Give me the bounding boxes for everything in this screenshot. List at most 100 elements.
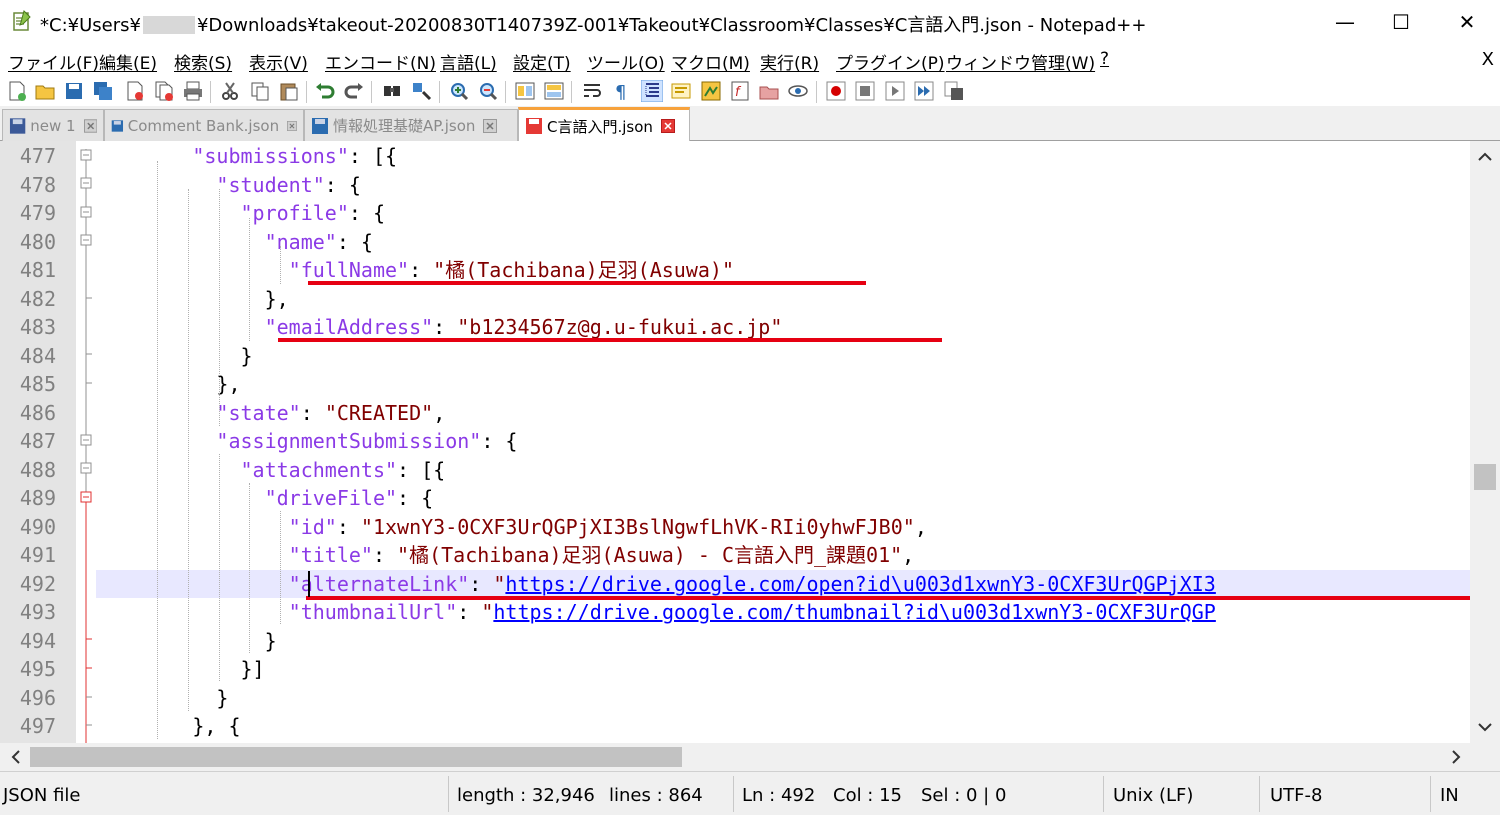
run-macro-multiple-icon[interactable]	[913, 80, 935, 102]
maximize-button[interactable]: ☐	[1370, 0, 1432, 44]
sync-horizontal-icon[interactable]	[543, 80, 565, 102]
cut-icon[interactable]	[219, 80, 241, 102]
zoom-in-icon[interactable]	[448, 80, 470, 102]
folder-workspace-icon[interactable]	[758, 80, 780, 102]
code-line[interactable]: "profile": {	[96, 199, 1470, 227]
doc-map-icon[interactable]	[700, 80, 722, 102]
tab-label: new 1	[30, 116, 76, 135]
close-all-icon[interactable]	[153, 80, 175, 102]
menu-file[interactable]: ファイル(F)	[8, 49, 99, 74]
save-icon[interactable]	[63, 80, 85, 102]
stop-macro-icon[interactable]	[854, 80, 876, 102]
indent-guide	[219, 454, 221, 681]
menu-search[interactable]: 検索(S)	[174, 49, 232, 74]
code-line[interactable]: "id": "1xwnY3-0CXF3UrQGPjXI3BslNgwfLhVK-…	[96, 513, 1470, 541]
status-encoding[interactable]: UTF-8	[1270, 785, 1322, 806]
url-link[interactable]: https://drive.google.com/thumbnail?id\u0…	[493, 600, 1215, 624]
indent-guide-icon[interactable]	[641, 80, 663, 102]
tab-label: Comment Bank.json	[127, 116, 280, 135]
close-tab-icon[interactable]	[83, 118, 97, 133]
code-line[interactable]: "attachments": [{	[96, 456, 1470, 484]
status-eol[interactable]: Unix (LF)	[1113, 785, 1193, 806]
code-line[interactable]: },	[96, 285, 1470, 313]
tab-joho-shori-ap[interactable]: 情報処理基礎AP.json	[304, 109, 518, 141]
code-line[interactable]: }]	[96, 655, 1470, 683]
line-number: 491	[19, 543, 56, 567]
tab-c-gengo-nyumon[interactable]: C言語入門.json	[518, 107, 690, 142]
show-all-characters-icon[interactable]: ¶	[610, 80, 632, 102]
scroll-thumb	[1474, 464, 1496, 490]
line-number: 496	[19, 685, 56, 710]
user-language-icon[interactable]	[670, 80, 692, 102]
function-list-icon[interactable]: f	[729, 80, 751, 102]
redo-icon[interactable]	[343, 80, 365, 102]
new-file-icon[interactable]	[6, 80, 28, 102]
json-punct: :	[300, 400, 325, 425]
json-punct	[96, 315, 265, 339]
vertical-scrollbar[interactable]	[1470, 141, 1500, 743]
zoom-out-icon[interactable]	[477, 80, 499, 102]
word-wrap-icon[interactable]	[581, 80, 603, 102]
code-line[interactable]: }	[96, 627, 1470, 655]
code-line[interactable]: }	[96, 342, 1470, 370]
undo-icon[interactable]	[314, 80, 336, 102]
menu-settings[interactable]: 設定(T)	[513, 49, 571, 74]
code-line[interactable]: "fullName": "橘(Tachibana)足羽(Asuwa)"	[96, 256, 1470, 284]
code-line[interactable]: },	[96, 370, 1470, 398]
line-number: 492	[19, 571, 56, 596]
print-icon[interactable]	[182, 80, 204, 102]
menu-tools[interactable]: ツール(O)	[587, 49, 665, 74]
sync-vertical-icon[interactable]	[514, 80, 536, 102]
save-macro-icon[interactable]	[943, 80, 965, 102]
menu-encoding[interactable]: エンコード(N)	[325, 49, 436, 74]
fold-margin[interactable]	[76, 141, 96, 743]
menu-plugins[interactable]: プラグイン(P)	[836, 49, 945, 74]
find-icon[interactable]	[381, 80, 403, 102]
close-file-icon[interactable]	[124, 80, 146, 102]
scrollbar-graphics	[11, 747, 1461, 767]
close-tab-icon[interactable]	[660, 119, 675, 133]
close-tab-icon[interactable]	[287, 119, 297, 133]
minimize-button[interactable]: —	[1314, 0, 1376, 44]
code-line[interactable]: "title": "橘(Tachibana)足羽(Asuwa) - C言語入門_…	[96, 541, 1470, 569]
menu-view[interactable]: 表示(V)	[249, 49, 308, 74]
code-line[interactable]: }, {	[96, 712, 1470, 740]
code-line[interactable]: "submissions": [{	[96, 142, 1470, 170]
toolbar: ¶ f	[0, 76, 1500, 106]
menu-window[interactable]: ウィンドウ管理(W)	[946, 49, 1095, 74]
code-line[interactable]: "alternateLink": "https://drive.google.c…	[96, 569, 1470, 598]
code-line[interactable]: "state": "CREATED",	[96, 399, 1470, 427]
close-tab-icon[interactable]	[483, 118, 498, 133]
monitoring-eye-icon[interactable]	[787, 80, 809, 102]
indent-guide	[249, 483, 251, 653]
copy-icon[interactable]	[249, 80, 271, 102]
code-line[interactable]: "student": {	[96, 171, 1470, 199]
code-line[interactable]: }	[96, 684, 1470, 712]
menu-run[interactable]: 実行(R)	[760, 49, 819, 74]
menu-edit[interactable]: 編集(E)	[99, 49, 157, 74]
menu-language[interactable]: 言語(L)	[440, 49, 497, 74]
tab-comment-bank[interactable]: Comment Bank.json	[104, 109, 304, 141]
line-number: 493	[19, 600, 56, 624]
menu-macro[interactable]: マクロ(M)	[671, 49, 750, 74]
close-window-button[interactable]: ✕	[1436, 0, 1498, 44]
json-punct: }]	[96, 657, 265, 681]
play-macro-icon[interactable]	[884, 80, 906, 102]
replace-icon[interactable]	[411, 80, 433, 102]
menu-help[interactable]: ?	[1100, 49, 1109, 69]
save-all-icon[interactable]	[92, 80, 114, 102]
code-line[interactable]: "emailAddress": "b1234567z@g.u-fukui.ac.…	[96, 313, 1470, 341]
url-link[interactable]: https://drive.google.com/open?id\u003d1x…	[505, 572, 1215, 596]
code-line[interactable]: "assignmentSubmission": {	[96, 427, 1470, 455]
record-macro-icon[interactable]	[825, 80, 847, 102]
close-document-button[interactable]: X	[1482, 49, 1494, 70]
json-punct	[96, 600, 289, 624]
tab-new-1[interactable]: new 1	[2, 109, 104, 141]
open-file-icon[interactable]	[34, 80, 56, 102]
paste-icon[interactable]	[278, 80, 300, 102]
code-line[interactable]: "name": {	[96, 228, 1470, 256]
horizontal-scrollbar[interactable]	[0, 743, 1470, 771]
editor-area[interactable]: 477 478 479 480 481 482 483 484 485 486 487 488 489 4…	[0, 141, 1470, 743]
code-line[interactable]: "thumbnailUrl": "https://drive.google.co…	[96, 598, 1470, 626]
code-line[interactable]: "driveFile": {	[96, 484, 1470, 512]
